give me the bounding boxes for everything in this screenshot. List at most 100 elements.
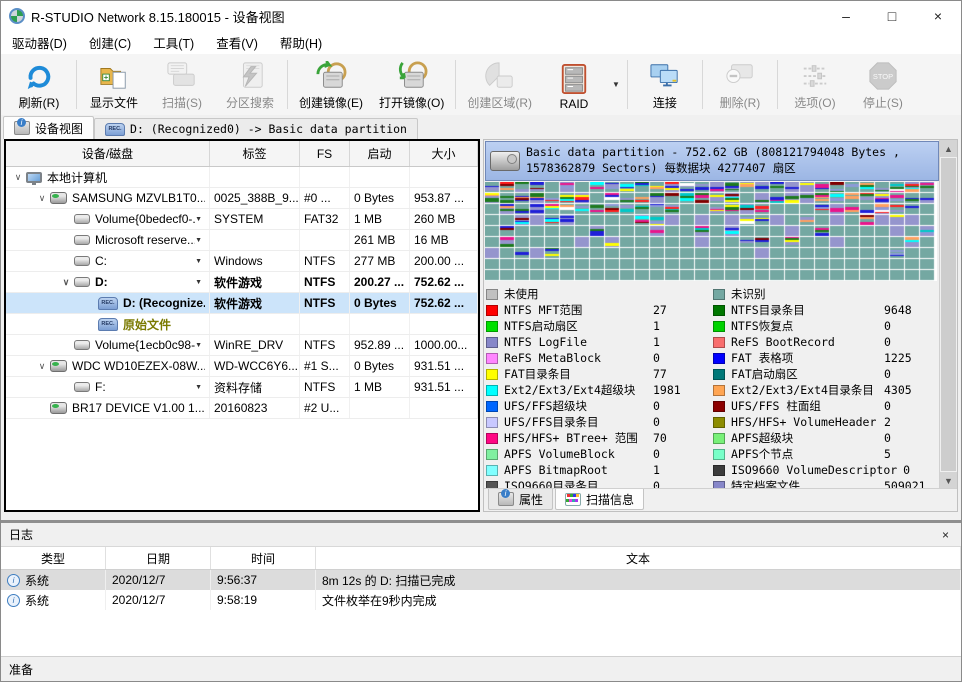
log-col-text[interactable]: 文本: [316, 547, 961, 569]
tab-properties[interactable]: 属性: [488, 489, 553, 510]
row-dropdown-icon[interactable]: ▼: [195, 342, 205, 349]
toolbar-separator: [627, 60, 628, 109]
scan-block-map[interactable]: [485, 182, 937, 281]
expand-chevron-icon[interactable]: ∨: [34, 193, 50, 204]
tree-row[interactable]: ∨SAMSUNG MZVLB1T0...0025_388B_9...#0 ...…: [6, 188, 478, 209]
tree-row[interactable]: BR17 DEVICE V1.00 1....20160823#2 U...: [6, 398, 478, 419]
create-image-button[interactable]: 创建镜像(E): [291, 54, 371, 115]
raid-dropdown-arrow[interactable]: ▼: [608, 80, 624, 89]
connect-button[interactable]: 连接: [631, 54, 699, 115]
legend-row: 未识别: [713, 286, 940, 302]
tab-device-view[interactable]: 设备视图: [3, 116, 94, 139]
tab-scan-info[interactable]: 扫描信息: [555, 489, 644, 510]
tree-row[interactable]: REC.原始文件: [6, 314, 478, 335]
row-dropdown-icon[interactable]: ▼: [195, 216, 205, 223]
col-label[interactable]: 标签: [210, 141, 300, 166]
legend-color-chip: [486, 321, 498, 332]
create-region-button[interactable]: 创建区域(R): [459, 54, 540, 115]
menu-help[interactable]: 帮助(H): [269, 33, 333, 52]
legend-color-chip: [713, 465, 725, 476]
cell-size: 931.51 ...: [410, 377, 478, 397]
col-device-disk[interactable]: 设备/磁盘: [6, 141, 210, 166]
scroll-down-arrow[interactable]: ▼: [940, 472, 957, 489]
options-button[interactable]: 选项(O): [781, 54, 849, 115]
row-dropdown-icon[interactable]: ▼: [195, 258, 205, 265]
legend-count: 1: [653, 463, 709, 477]
log-title: 日志: [9, 526, 33, 543]
cell-fs: NTFS: [300, 293, 350, 313]
cell-fs: NTFS: [300, 335, 350, 355]
tree-row[interactable]: Volume{1ecb0c98-...▼WinRE_DRVNTFS952.89 …: [6, 335, 478, 356]
log-close-icon[interactable]: ×: [938, 528, 953, 542]
scan-button[interactable]: 扫描(S): [148, 54, 216, 115]
legend-color-chip: [486, 465, 498, 476]
log-row[interactable]: i系统 2020/12/7 9:56:37 8m 12s 的 D: 扫描已完成: [1, 570, 961, 590]
tab-partition[interactable]: REC. D: (Recognized0) -> Basic data part…: [94, 118, 418, 139]
scroll-up-arrow[interactable]: ▲: [940, 140, 957, 157]
legend-color-chip: [713, 449, 725, 460]
stop-button[interactable]: STOP 停止(S): [849, 54, 917, 115]
legend-label: UFS/FFS超级块: [504, 398, 587, 414]
tree-row[interactable]: Microsoft reserve...▼261 MB16 MB: [6, 230, 478, 251]
col-fs[interactable]: FS: [300, 141, 350, 166]
open-image-button[interactable]: 打开镜像(O): [371, 54, 452, 115]
col-size[interactable]: 大小: [410, 141, 478, 166]
legend-color-chip: [713, 401, 725, 412]
legend-row: FAT目录条目77: [486, 366, 709, 382]
expand-chevron-icon[interactable]: ∨: [58, 277, 74, 288]
legend-label: NTFS启动扇区: [504, 318, 578, 334]
menu-create[interactable]: 创建(C): [78, 33, 142, 52]
scroll-thumb[interactable]: [941, 158, 956, 471]
minimize-button[interactable]: –: [823, 1, 869, 31]
log-col-time[interactable]: 时间: [211, 547, 316, 569]
row-dropdown-icon[interactable]: ▼: [195, 237, 205, 244]
scan-panel-scrollbar[interactable]: ▲ ▼: [939, 140, 957, 489]
tree-row[interactable]: C:▼WindowsNTFS277 MB200.00 ...: [6, 251, 478, 272]
legend-count: 1225: [884, 351, 940, 365]
tree-row[interactable]: ∨本地计算机: [6, 167, 478, 188]
cell-start: 0 Bytes: [350, 188, 410, 208]
log-col-type[interactable]: 类型: [1, 547, 106, 569]
log-row[interactable]: i系统 2020/12/7 9:58:19 文件枚举在9秒内完成: [1, 590, 961, 610]
tree-row[interactable]: ∨D:▼软件游戏NTFS200.27 ...752.62 ...: [6, 272, 478, 293]
show-files-button[interactable]: 显示文件: [80, 54, 148, 115]
log-title-bar: 日志 ×: [1, 523, 961, 547]
row-dropdown-icon[interactable]: ▼: [195, 384, 205, 391]
expand-chevron-icon[interactable]: ∨: [34, 361, 50, 372]
tree-row[interactable]: REC.D: (Recognize...软件游戏NTFS0 Bytes752.6…: [6, 293, 478, 314]
legend-label: UFS/FFS 柱面组: [731, 398, 821, 414]
legend-row: APFS超级块0: [713, 430, 940, 446]
tree-row[interactable]: F:▼资料存储NTFS1 MB931.51 ...: [6, 377, 478, 398]
legend-row: UFS/FFS目录条目0: [486, 414, 709, 430]
cell-size: [410, 398, 478, 418]
legend-count: 0: [653, 399, 709, 413]
cell-label: [210, 167, 300, 187]
partition-search-button[interactable]: 分区搜索: [216, 54, 284, 115]
legend-label: APFS个节点: [731, 446, 793, 462]
row-dropdown-icon[interactable]: ▼: [195, 279, 205, 286]
menu-tools[interactable]: 工具(T): [142, 33, 205, 52]
tree-row[interactable]: Volume{0bedecf0-...▼SYSTEMFAT321 MB260 M…: [6, 209, 478, 230]
maximize-button[interactable]: □: [869, 1, 915, 31]
show-files-label: 显示文件: [90, 94, 138, 111]
log-col-date[interactable]: 日期: [106, 547, 211, 569]
legend-color-chip: [713, 417, 725, 428]
menu-view[interactable]: 查看(V): [205, 33, 269, 52]
delete-label: 删除(R): [720, 94, 761, 111]
expand-chevron-icon[interactable]: ∨: [10, 172, 26, 183]
device-tree-panel: 设备/磁盘 标签 FS 启动 大小 ∨本地计算机∨SAMSUNG MZVLB1T…: [4, 139, 480, 512]
cell-start: 1 MB: [350, 377, 410, 397]
app-icon: [9, 8, 25, 24]
legend-count: 1: [653, 319, 709, 333]
col-start[interactable]: 启动: [350, 141, 410, 166]
cell-label: WD-WCC6Y6...: [210, 356, 300, 376]
create-region-icon: [484, 59, 516, 93]
legend-count: 0: [884, 335, 940, 349]
menu-drive[interactable]: 驱动器(D): [1, 33, 78, 52]
delete-button[interactable]: 删除(R): [706, 54, 774, 115]
legend-row: NTFS启动扇区 1: [486, 318, 709, 334]
refresh-button[interactable]: 刷新(R): [5, 54, 73, 115]
close-button[interactable]: ×: [915, 1, 961, 31]
tree-row[interactable]: ∨WDC WD10EZEX-08W...WD-WCC6Y6...#1 S...0…: [6, 356, 478, 377]
raid-button[interactable]: RAID: [540, 57, 608, 113]
